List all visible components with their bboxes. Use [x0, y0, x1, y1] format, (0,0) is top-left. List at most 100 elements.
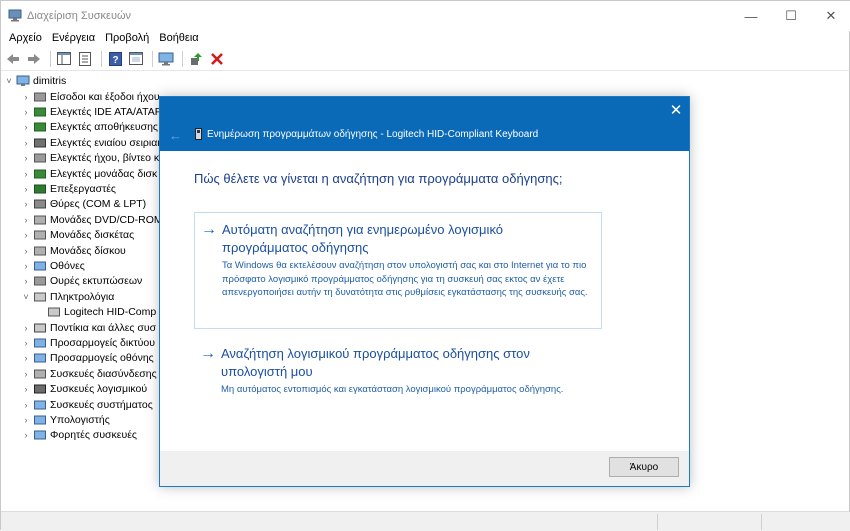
expand-chevron-icon[interactable]: ›: [21, 276, 31, 286]
collapse-chevron-icon[interactable]: ˅: [21, 292, 31, 302]
tree-category-item[interactable]: ˅ Πληκτρολόγια: [21, 289, 114, 304]
tree-item-label: Ελεγκτές ενιαίου σειριακού: [50, 136, 166, 149]
tree-device-item[interactable]: Logitech HID-Comp: [45, 305, 156, 320]
dialog-body: Πώς θέλετε να γίνεται η αναζήτηση για πρ…: [160, 151, 689, 451]
dialog-close-button[interactable]: ✕: [666, 101, 686, 121]
expand-chevron-icon[interactable]: ›: [21, 215, 31, 225]
svg-text:?: ?: [112, 55, 118, 66]
option-description: Τα Windows θα εκτελέσουν αναζήτηση στον …: [222, 260, 588, 298]
tree-category-item[interactable]: › Ποντίκια και άλλες συσ: [21, 320, 157, 335]
floppy-drive-icon: [34, 230, 46, 240]
red-x-icon: [211, 52, 223, 65]
expand-chevron-icon[interactable]: ›: [21, 353, 31, 363]
expand-chevron-icon[interactable]: ›: [21, 384, 31, 394]
right-arrow-icon: →: [200, 345, 216, 362]
window-title: Διαχείριση Συσκευών: [27, 10, 132, 22]
tree-item-label: Ελεγκτές αποθήκευσης: [50, 121, 158, 134]
view-button[interactable]: [127, 50, 145, 68]
search-automatically-option[interactable]: → Αυτόματη αναζήτηση για ενημερωμένο λογ…: [194, 212, 602, 329]
expand-chevron-icon[interactable]: ›: [21, 92, 31, 102]
tree-item-label: Φορητές συσκευές: [50, 429, 137, 442]
tree-category-item[interactable]: › Ελεγκτές μονάδας δισκ: [21, 166, 158, 181]
expand-chevron-icon[interactable]: ›: [21, 107, 31, 117]
dialog-back-button[interactable]: ←: [169, 128, 182, 143]
menu-action[interactable]: Ενέργεια: [47, 31, 100, 47]
forward-button[interactable]: [25, 50, 43, 68]
tree-item-label: Μονάδες δίσκου: [50, 244, 126, 257]
expand-chevron-icon[interactable]: ›: [21, 122, 31, 132]
help-button[interactable]: ?: [106, 50, 124, 68]
tree-category-item[interactable]: › Ουρές εκτυπώσεων: [21, 274, 143, 289]
expand-chevron-icon[interactable]: ›: [21, 138, 31, 148]
tree-category-item[interactable]: › Συσκευές λογισμικού: [21, 382, 148, 397]
expand-chevron-icon[interactable]: ›: [21, 369, 31, 379]
system-device-icon: [34, 400, 46, 409]
menu-help[interactable]: Βοήθεια: [154, 31, 203, 47]
menu-view[interactable]: Προβολή: [100, 31, 154, 47]
tree-category-item[interactable]: › Θύρες (COM & LPT): [21, 197, 147, 212]
device-manager-window: Διαχείριση Συσκευών — ☐ ✕ Αρχείο Ενέργει…: [0, 0, 850, 531]
browse-computer-option[interactable]: → Αναζήτηση λογισμικού προγράμματος οδήγ…: [194, 337, 602, 427]
properties-button[interactable]: [76, 50, 94, 68]
maximize-button[interactable]: ☐: [771, 1, 811, 31]
tree-category-item[interactable]: › Επεξεργαστές: [21, 181, 116, 196]
expand-chevron-icon[interactable]: ›: [21, 199, 31, 209]
collapse-chevron-icon[interactable]: ˅: [4, 76, 14, 86]
tree-category-item[interactable]: › Συσκευές διασύνδεσης: [21, 366, 157, 381]
back-button[interactable]: [4, 50, 22, 68]
sound-controller-icon: [34, 153, 46, 163]
monitor-icon: [34, 261, 46, 271]
expand-chevron-icon[interactable]: ›: [21, 261, 31, 271]
tree-category-item[interactable]: › Ελεγκτές αποθήκευσης: [21, 120, 158, 135]
tree-category-item[interactable]: › Είσοδοι και έξοδοι ήχου: [21, 89, 160, 104]
keyboard-device-icon: [195, 128, 202, 140]
tree-category-item[interactable]: › Μονάδες DVD/CD-ROM: [21, 212, 163, 227]
tree-category-item[interactable]: › Ελεγκτές ενιαίου σειριακού: [21, 135, 167, 150]
tree-category-item[interactable]: › Μονάδες δισκέτας: [21, 228, 135, 243]
menu-file[interactable]: Αρχείο: [4, 31, 47, 47]
tree-category-item[interactable]: › Προσαρμογείς οθόνης: [21, 351, 154, 366]
tree-item-label: Οθόνες: [50, 259, 85, 272]
expand-chevron-icon[interactable]: ›: [21, 415, 31, 425]
tree-category-item[interactable]: › Φορητές συσκευές: [21, 428, 137, 443]
dialog-footer: Άκυρο: [160, 451, 689, 486]
expand-chevron-icon[interactable]: ›: [21, 400, 31, 410]
monitor-scan-icon: [158, 52, 174, 65]
tree-category-item[interactable]: › Ελεγκτές IDE ATA/ATAPI: [21, 104, 165, 119]
expand-chevron-icon[interactable]: ›: [21, 184, 31, 194]
tree-category-item[interactable]: › Υπολογιστής: [21, 412, 110, 427]
expand-chevron-icon[interactable]: ›: [21, 430, 31, 440]
expand-chevron-icon[interactable]: ›: [21, 230, 31, 240]
software-device-icon: [34, 384, 46, 394]
scan-hardware-button[interactable]: [157, 50, 175, 68]
tree-item-label: Ελεγκτές ήχου, βίντεο κ: [50, 152, 160, 165]
tree-item-label: Μονάδες DVD/CD-ROM: [50, 213, 163, 226]
dialog-title: Ενημέρωση προγραμμάτων οδήγησης - Logite…: [207, 129, 539, 140]
show-hide-tree-button[interactable]: [55, 50, 73, 68]
tree-root[interactable]: ˅ dimitris: [4, 73, 66, 88]
device-manager-app-icon: [8, 9, 22, 22]
expand-chevron-icon[interactable]: ›: [21, 246, 31, 256]
update-driver-button[interactable]: [187, 50, 205, 68]
toolbar-separator: [101, 50, 102, 67]
cancel-button[interactable]: Άκυρο: [609, 457, 679, 477]
tree-item-label: Συσκευές συστήματος: [50, 398, 153, 411]
tree-category-item[interactable]: › Μονάδες δίσκου: [21, 243, 126, 258]
print-queue-icon: [34, 276, 46, 286]
menu-bar: Αρχείο Ενέργεια Προβολή Βοήθεια: [1, 31, 850, 47]
tree-category-item[interactable]: › Προσαρμογείς δικτύου: [21, 335, 155, 350]
tree-category-item[interactable]: › Συσκευές συστήματος: [21, 397, 153, 412]
uninstall-device-button[interactable]: [208, 50, 226, 68]
close-window-button[interactable]: ✕: [811, 1, 850, 31]
tree-category-item[interactable]: › Οθόνες: [21, 258, 85, 273]
network-adapter-icon: [34, 338, 46, 348]
tree-item-label: Προσαρμογείς δικτύου: [50, 336, 155, 349]
tree-category-item[interactable]: › Ελεγκτές ήχου, βίντεο κ: [21, 151, 160, 166]
computer-icon: [16, 75, 30, 86]
minimize-button[interactable]: —: [731, 1, 771, 31]
expand-chevron-icon[interactable]: ›: [21, 338, 31, 348]
expand-chevron-icon[interactable]: ›: [21, 323, 31, 333]
expand-chevron-icon[interactable]: ›: [21, 169, 31, 179]
option-heading: Αυτόματη αναζήτηση για ενημερωμένο λογισ…: [222, 222, 504, 255]
expand-chevron-icon[interactable]: ›: [21, 153, 31, 163]
